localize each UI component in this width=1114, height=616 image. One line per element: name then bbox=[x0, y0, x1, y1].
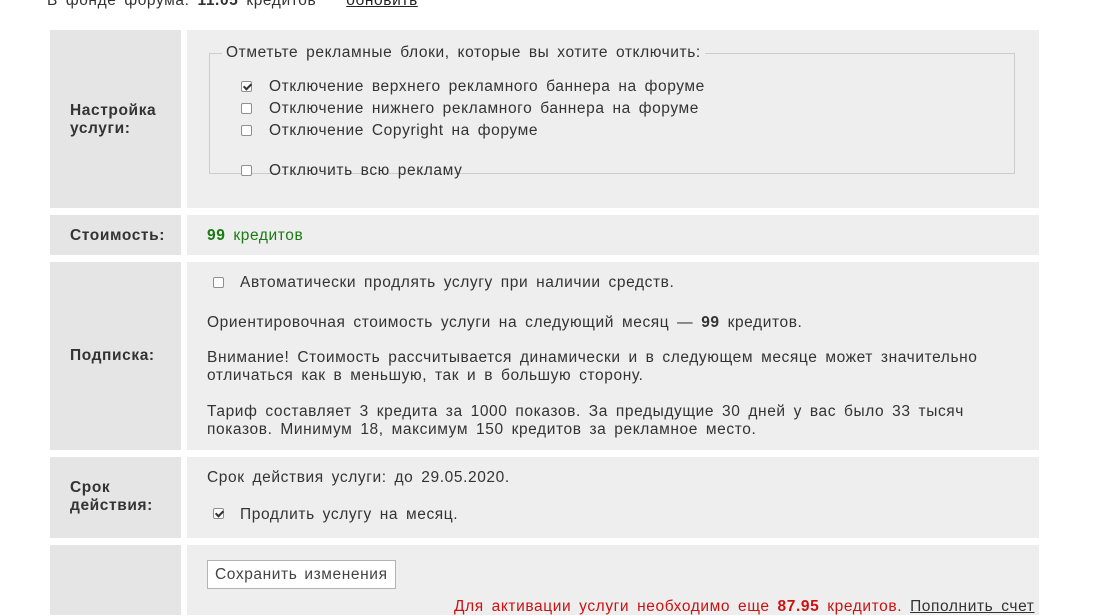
disable-copyright-label[interactable]: Отключение Copyright на форуме bbox=[269, 122, 538, 140]
next-month-estimate: Ориентировочная стоимость услуги на след… bbox=[207, 314, 803, 331]
term-label-cell: Срок действия: bbox=[50, 457, 181, 538]
cost-unit: кредитов bbox=[233, 227, 304, 244]
disable-top-banner-label[interactable]: Отключение верхнего рекламного баннера н… bbox=[269, 78, 705, 96]
tariff-info-line1: Тариф составляет 3 кредита за 1000 показ… bbox=[207, 403, 964, 420]
balance-text: В фонде форума: bbox=[47, 0, 190, 9]
cost-label: Стоимость: bbox=[70, 227, 166, 244]
ad-blocks-legend: Отметьте рекламные блоки, которые вы хот… bbox=[226, 44, 701, 61]
valid-until-text: Срок действия услуги: до 29.05.2020. bbox=[207, 469, 510, 486]
subscription-cell: Автоматически продлять услугу при наличи… bbox=[187, 262, 1039, 450]
settings-label: Настройка услуги: bbox=[70, 102, 157, 137]
subscription-label-cell: Подписка: bbox=[50, 262, 181, 450]
save-changes-button[interactable]: Сохранить изменения bbox=[207, 560, 396, 589]
disable-bottom-banner-label[interactable]: Отключение нижнего рекламного баннера на… bbox=[269, 100, 699, 118]
disable-top-banner-checkbox[interactable] bbox=[241, 81, 252, 92]
settings-label-cell: Настройка услуги: bbox=[50, 30, 181, 208]
disable-bottom-banner-checkbox[interactable] bbox=[241, 103, 252, 114]
term-cell: Срок действия услуги: до 29.05.2020. Про… bbox=[187, 457, 1039, 538]
save-cell: Сохранить изменения Для активации услуги… bbox=[187, 545, 1039, 615]
settings-cell: Отметьте рекламные блоки, которые вы хот… bbox=[187, 30, 1039, 208]
cost-value: 99 кредитов bbox=[207, 227, 303, 245]
dynamic-price-warning-line2: отличаться как в меньшую, так и в большу… bbox=[207, 367, 644, 384]
cost-cell: 99 кредитов bbox=[187, 215, 1039, 255]
term-label: Срок действия: bbox=[70, 479, 153, 514]
dynamic-price-warning-line1: Внимание! Стоимость рассчитывается динам… bbox=[207, 349, 978, 366]
disable-all-ads-label[interactable]: Отключить всю рекламу bbox=[269, 162, 462, 180]
warning-attention: Внимание! bbox=[207, 349, 290, 366]
extend-month-label[interactable]: Продлить услугу на месяц. bbox=[240, 506, 458, 524]
insufficient-funds-warning: Для активации услуги необходимо еще 87.9… bbox=[454, 598, 1035, 615]
cost-amount: 99 bbox=[207, 227, 226, 244]
save-label-cell bbox=[50, 545, 181, 615]
cost-label-cell: Стоимость: bbox=[50, 215, 181, 255]
forum-balance: В фонде форума: 11.05 кредитов обновить bbox=[47, 0, 418, 10]
disable-copyright-checkbox[interactable] bbox=[241, 125, 252, 136]
balance-amount: 11.05 bbox=[197, 0, 239, 9]
subscription-label: Подписка: bbox=[70, 347, 155, 364]
auto-renew-label[interactable]: Автоматически продлять услугу при наличи… bbox=[240, 274, 674, 292]
required-amount: 87.95 bbox=[777, 598, 820, 615]
disable-all-ads-checkbox[interactable] bbox=[241, 165, 252, 176]
extend-month-checkbox[interactable] bbox=[213, 508, 224, 519]
estimate-amount: 99 bbox=[701, 314, 720, 331]
top-up-link[interactable]: Пополнить счет bbox=[910, 598, 1034, 615]
tariff-info-line2: показов. Минимум 18, максимум 150 кредит… bbox=[207, 421, 757, 438]
balance-unit: кредитов bbox=[246, 0, 317, 9]
auto-renew-checkbox[interactable] bbox=[213, 277, 224, 288]
refresh-balance-link[interactable]: обновить bbox=[346, 0, 418, 9]
